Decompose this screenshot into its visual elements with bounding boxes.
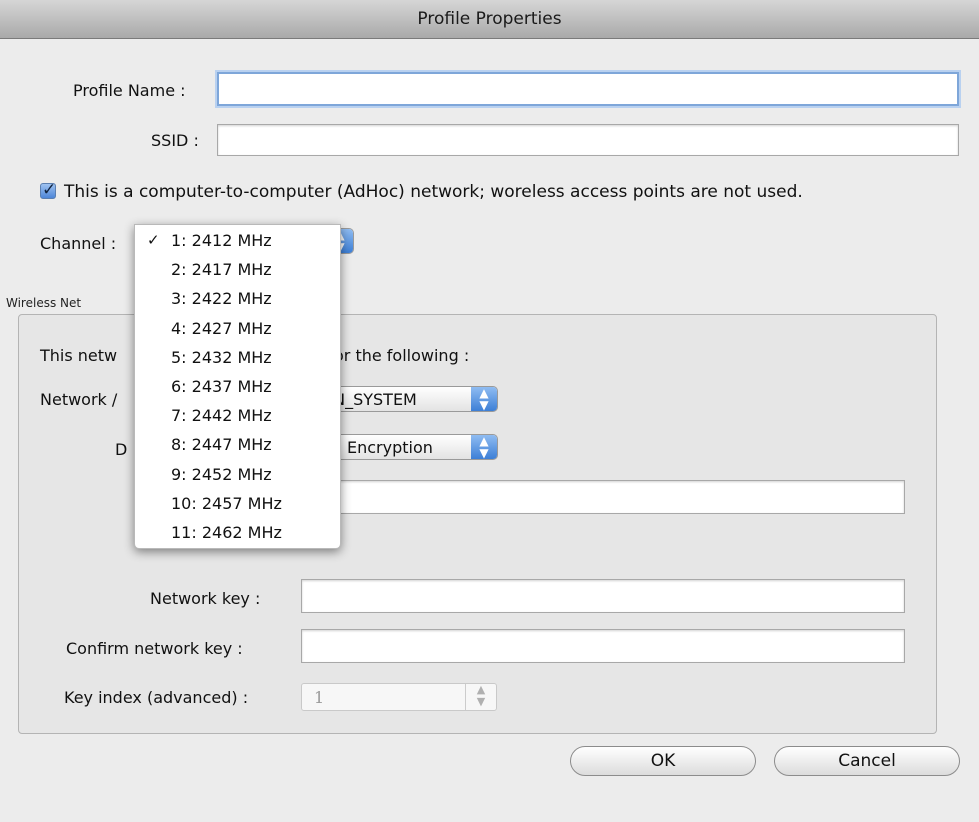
channel-menu-item-label: 11: 2462 MHz — [171, 523, 282, 542]
data-encryption-label: D — [115, 440, 128, 459]
updown-arrows-icon: ▲▼ — [471, 387, 497, 411]
channel-menu-item-label: 1: 2412 MHz — [171, 231, 272, 250]
data-encryption-value: Encryption — [347, 438, 433, 457]
group-label: Wireless Net — [6, 296, 82, 310]
group-intro-text-right: or the following : — [334, 346, 470, 365]
adhoc-label: This is a computer-to-computer (AdHoc) n… — [64, 182, 803, 202]
channel-menu-item[interactable]: ✓ 1: 2412 MHz — [135, 227, 340, 255]
cancel-button[interactable]: Cancel — [774, 746, 960, 776]
channel-menu-item[interactable]: 10: 2457 MHz — [135, 490, 340, 518]
channel-menu-item[interactable]: 5: 2432 MHz — [135, 344, 340, 372]
adhoc-checkbox[interactable]: ✓ — [40, 180, 57, 200]
channel-menu-item[interactable]: 8: 2447 MHz — [135, 431, 340, 459]
ok-button[interactable]: OK — [570, 746, 756, 776]
profile-properties-window: Profile Properties Profile Name : SSID :… — [0, 0, 979, 822]
channel-menu-item[interactable]: 9: 2452 MHz — [135, 461, 340, 489]
channel-menu-item-label: 8: 2447 MHz — [171, 435, 272, 455]
channel-menu-item[interactable]: 6: 2437 MHz — [135, 373, 340, 401]
channel-menu-item[interactable]: 2: 2417 MHz — [135, 256, 340, 284]
channel-menu-item-label: 2: 2417 MHz — [171, 260, 272, 280]
confirm-network-key-input[interactable] — [301, 629, 905, 663]
updown-arrows-icon: ▲▼ — [471, 435, 497, 459]
channel-menu-item-label: 9: 2452 MHz — [171, 464, 272, 484]
channel-label: Channel : — [40, 234, 117, 253]
network-key-label: Network key : — [150, 589, 261, 608]
channel-menu-item[interactable]: 3: 2422 MHz — [135, 285, 340, 313]
title-bar[interactable]: Profile Properties — [0, 0, 979, 39]
network-key-input[interactable] — [301, 579, 905, 613]
profile-name-label: Profile Name : — [73, 81, 186, 100]
channel-menu-item[interactable]: 7: 2442 MHz — [135, 402, 340, 430]
updown-arrows-icon[interactable]: ▲ ▼ — [465, 684, 496, 710]
channel-menu-item[interactable]: 4: 2427 MHz — [135, 315, 340, 343]
channel-menu-item-label: 6: 2437 MHz — [171, 377, 272, 396]
checkmark-icon: ✓ — [42, 180, 57, 200]
key-index-stepper[interactable]: 1 ▲ ▼ — [301, 683, 497, 711]
network-auth-label: Network / — [40, 390, 118, 409]
channel-menu-item[interactable]: 11: 2462 MHz — [135, 519, 340, 547]
hidden-field[interactable] — [301, 480, 905, 514]
channel-menu-item-label: 4: 2427 MHz — [171, 318, 272, 338]
channel-dropdown-menu: ✓ 1: 2412 MHz 2: 2417 MHz 3: 2422 MHz 4: 242… — [134, 224, 341, 549]
confirm-network-key-label: Confirm network key : — [66, 639, 243, 658]
checkmark-icon: ✓ — [147, 231, 160, 249]
window-title: Profile Properties — [417, 9, 562, 29]
key-index-value: 1 — [314, 688, 325, 707]
ssid-input[interactable] — [217, 124, 959, 156]
channel-menu-item-label: 7: 2442 MHz — [171, 406, 272, 426]
profile-name-input[interactable] — [217, 72, 959, 106]
ssid-label: SSID : — [151, 131, 199, 150]
channel-menu-item-label: 3: 2422 MHz — [171, 289, 272, 309]
group-intro-text: This netw — [40, 346, 118, 365]
channel-menu-item-label: 10: 2457 MHz — [171, 493, 282, 513]
key-index-label: Key index (advanced) : — [64, 688, 249, 707]
channel-menu-item-label: 5: 2432 MHz — [171, 347, 272, 367]
